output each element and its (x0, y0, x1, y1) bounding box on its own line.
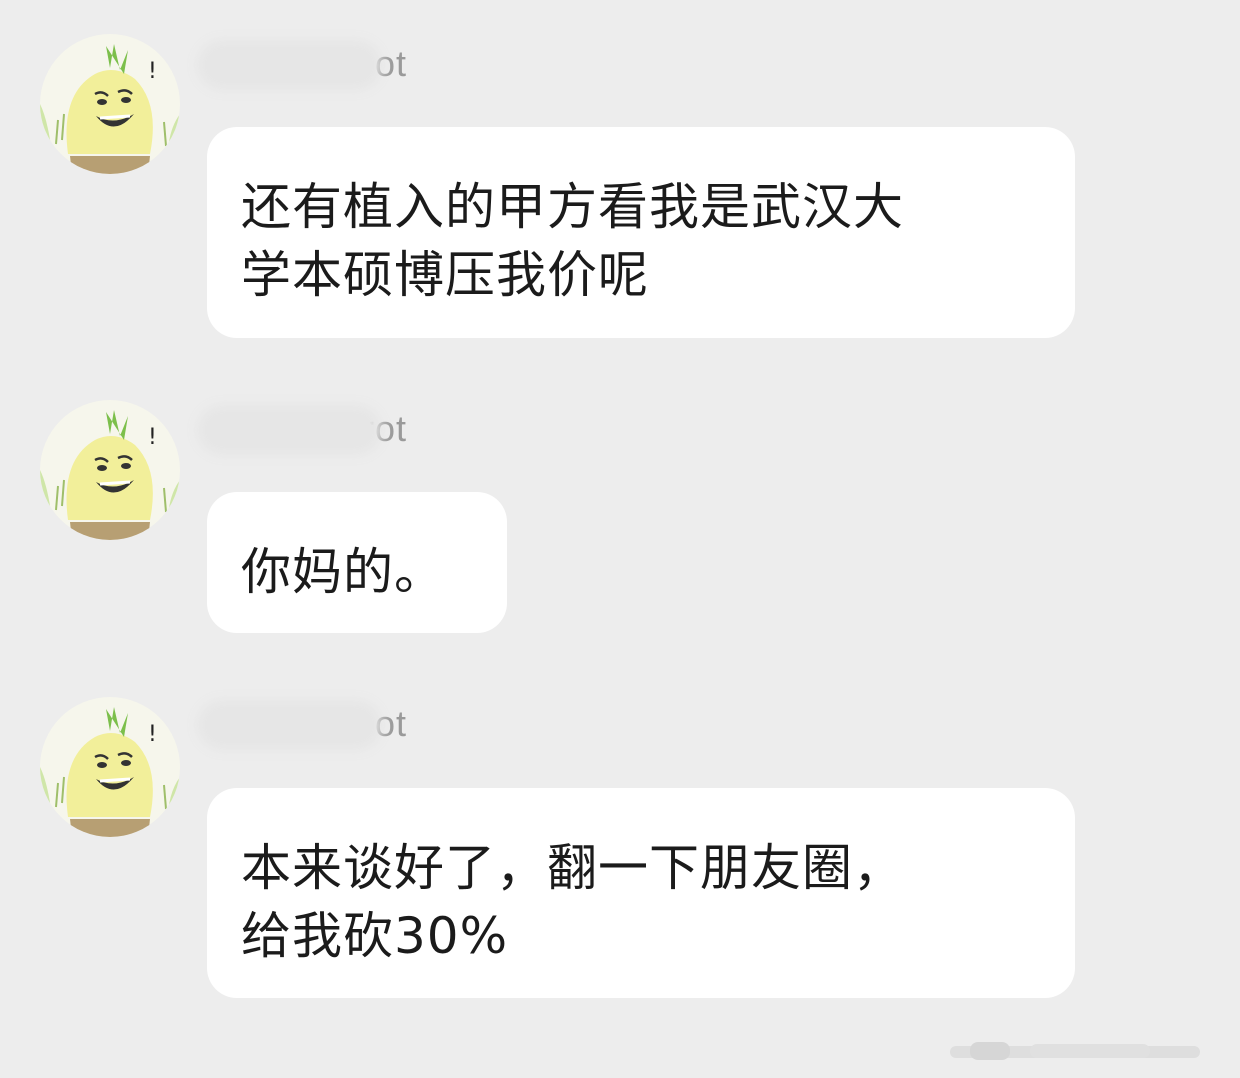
sender-name: ot (207, 703, 417, 748)
sender-avatar[interactable]: ! (40, 34, 180, 174)
radish-meme-avatar-icon: ! (40, 697, 180, 837)
redaction-blur (207, 50, 372, 80)
message-text-line: 本来谈好了，翻一下朋友圈， (241, 839, 904, 897)
message-text-line: 你妈的。 (241, 543, 445, 601)
message-text-line: 还有植入的甲方看我是武汉大 (241, 178, 904, 236)
radish-meme-avatar-icon: ! (40, 400, 180, 540)
blurred-watermark (950, 1042, 1200, 1060)
sender-avatar[interactable]: ! (40, 400, 180, 540)
svg-text:!: ! (148, 425, 157, 450)
message-text-line: 给我砍30% (241, 907, 509, 965)
sender-avatar[interactable]: ! (40, 697, 180, 837)
message-text-line: 学本硕博压我价呢 (241, 246, 649, 304)
sender-name: ot (207, 43, 417, 88)
radish-meme-avatar-icon: ! (40, 34, 180, 174)
redaction-blur (207, 415, 372, 445)
message-bubble[interactable]: 本来谈好了，翻一下朋友圈， 给我砍30% (207, 788, 1075, 998)
svg-text:!: ! (148, 59, 157, 84)
redaction-blur (207, 710, 372, 740)
message-bubble[interactable]: 还有植入的甲方看我是武汉大 学本硕博压我价呢 (207, 127, 1075, 338)
sender-name: rot (207, 408, 417, 453)
message-bubble[interactable]: 你妈的。 (207, 492, 507, 633)
svg-text:!: ! (148, 722, 157, 747)
